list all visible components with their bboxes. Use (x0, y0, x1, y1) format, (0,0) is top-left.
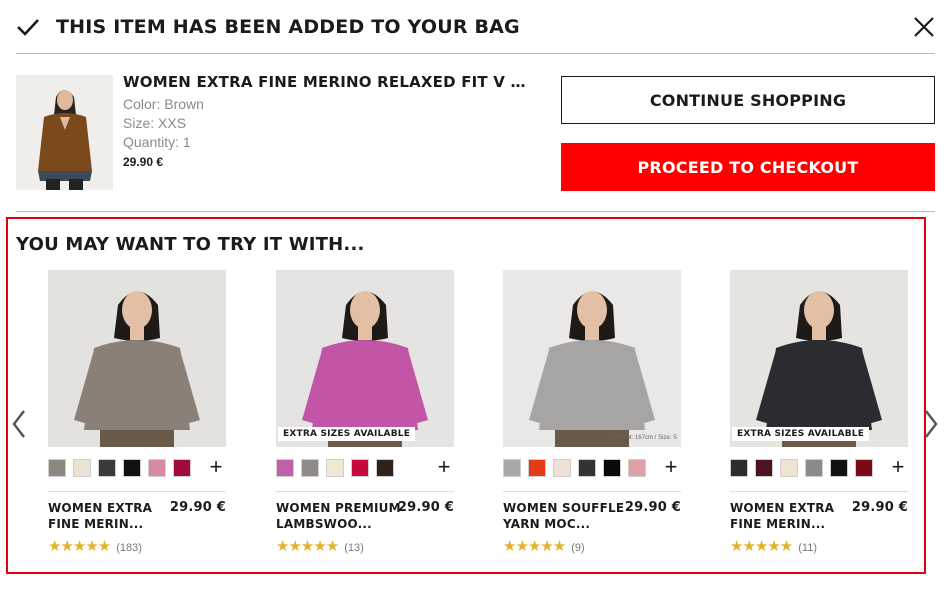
item-quantity: Quantity: 1 (123, 134, 191, 150)
star-rating: ★★★★★ (183) (48, 537, 226, 555)
item-color: Color: Brown (123, 96, 204, 112)
plus-icon[interactable]: + (206, 456, 226, 478)
extra-sizes-badge: EXTRA SIZES AVAILABLE (278, 427, 416, 441)
product-card[interactable]: Height: 167cm / Size: S + WOMEN SOUFFLE YA… (503, 270, 681, 555)
color-swatch[interactable] (730, 459, 748, 477)
product-name[interactable]: WOMEN EXTRA FINE MERIN... (48, 500, 173, 532)
product-image[interactable]: EXTRA SIZES AVAILABLE (276, 270, 454, 447)
color-swatch[interactable] (48, 459, 66, 477)
star-icon: ★★★★★ (276, 538, 339, 555)
product-name[interactable]: WOMEN PREMIUM LAMBSWOO... (276, 500, 401, 532)
color-swatch[interactable] (301, 459, 319, 477)
proceed-to-checkout-button[interactable]: PROCEED TO CHECKOUT (561, 143, 935, 191)
review-count[interactable]: (183) (116, 542, 142, 554)
item-size: Size: XXS (123, 115, 187, 131)
product-image[interactable]: Height: 167cm / Size: S (503, 270, 681, 447)
color-swatch[interactable] (553, 459, 571, 477)
product-info-row: WOMEN PREMIUM LAMBSWOO... 29.90 € (276, 491, 454, 535)
check-icon (17, 19, 39, 36)
product-image[interactable]: EXTRA SIZES AVAILABLE (730, 270, 908, 447)
color-swatch[interactable] (173, 459, 191, 477)
color-swatches: + (48, 456, 226, 478)
product-info-row: WOMEN EXTRA FINE MERIN... 29.90 € (48, 491, 226, 535)
plus-icon[interactable]: + (888, 456, 908, 478)
color-swatch[interactable] (830, 459, 848, 477)
product-card[interactable]: EXTRA SIZES AVAILABLE + WOMEN PREMIUM LAMB… (276, 270, 454, 555)
star-rating: ★★★★★ (13) (276, 537, 454, 555)
close-icon[interactable] (913, 16, 935, 38)
product-price: 29.90 € (397, 500, 454, 515)
product-image[interactable] (48, 270, 226, 447)
color-swatch[interactable] (755, 459, 773, 477)
header-title: THIS ITEM HAS BEEN ADDED TO YOUR BAG (56, 16, 520, 38)
star-rating: ★★★★★ (11) (730, 537, 908, 555)
plus-icon[interactable]: + (434, 456, 454, 478)
product-card[interactable]: EXTRA SIZES AVAILABLE + WOMEN EXTRA FINE M… (730, 270, 908, 555)
color-swatch[interactable] (603, 459, 621, 477)
star-icon: ★★★★★ (503, 538, 566, 555)
product-info-row: WOMEN EXTRA FINE MERIN... 29.90 € (730, 491, 908, 535)
product-name[interactable]: WOMEN EXTRA FINE MERIN... (730, 500, 855, 532)
product-card[interactable]: + WOMEN EXTRA FINE MERIN... 29.90 € ★★★★★ (1… (48, 270, 226, 555)
color-swatch[interactable] (805, 459, 823, 477)
recommendations-title: YOU MAY WANT TO TRY IT WITH... (16, 234, 365, 255)
star-icon: ★★★★★ (730, 538, 793, 555)
color-swatches: + (730, 456, 908, 478)
plus-icon[interactable]: + (661, 456, 681, 478)
color-swatch[interactable] (855, 459, 873, 477)
review-count[interactable]: (9) (571, 542, 584, 554)
review-count[interactable]: (11) (798, 542, 817, 554)
product-price: 29.90 € (169, 500, 226, 515)
extra-sizes-badge: EXTRA SIZES AVAILABLE (732, 427, 870, 441)
color-swatch[interactable] (528, 459, 546, 477)
added-item: WOMEN EXTRA FINE MERINO RELAXED FIT V NE… (16, 55, 935, 212)
color-swatch[interactable] (503, 459, 521, 477)
color-swatch[interactable] (628, 459, 646, 477)
recommendations-panel: YOU MAY WANT TO TRY IT WITH... + WOMEN EX… (6, 217, 938, 574)
added-item-info: WOMEN EXTRA FINE MERINO RELAXED FIT V NE… (123, 73, 533, 169)
color-swatch[interactable] (376, 459, 394, 477)
model-size-caption: Height: 167cm / Size: S (614, 435, 677, 441)
color-swatch[interactable] (276, 459, 294, 477)
continue-shopping-button[interactable]: CONTINUE SHOPPING (561, 76, 935, 124)
color-swatch[interactable] (148, 459, 166, 477)
product-price: 29.90 € (851, 500, 908, 515)
chevron-right-icon[interactable] (924, 409, 938, 439)
product-thumbnail (16, 75, 113, 190)
product-name[interactable]: WOMEN SOUFFLE YARN MOC... (503, 500, 628, 532)
item-name[interactable]: WOMEN EXTRA FINE MERINO RELAXED FIT V NE… (123, 73, 533, 91)
color-swatch[interactable] (73, 459, 91, 477)
color-swatch[interactable] (351, 459, 369, 477)
product-price: 29.90 € (624, 500, 681, 515)
color-swatch[interactable] (326, 459, 344, 477)
color-swatch[interactable] (123, 459, 141, 477)
product-info-row: WOMEN SOUFFLE YARN MOC... 29.90 € (503, 491, 681, 535)
star-rating: ★★★★★ (9) (503, 537, 681, 555)
color-swatches: + (276, 456, 454, 478)
added-to-bag-header: THIS ITEM HAS BEEN ADDED TO YOUR BAG (16, 10, 935, 54)
review-count[interactable]: (13) (344, 542, 364, 554)
color-swatch[interactable] (578, 459, 596, 477)
color-swatch[interactable] (98, 459, 116, 477)
chevron-left-icon[interactable] (12, 409, 26, 439)
item-price: 29.90 € (123, 155, 164, 169)
color-swatches: + (503, 456, 681, 478)
star-icon: ★★★★★ (48, 538, 111, 555)
color-swatch[interactable] (780, 459, 798, 477)
